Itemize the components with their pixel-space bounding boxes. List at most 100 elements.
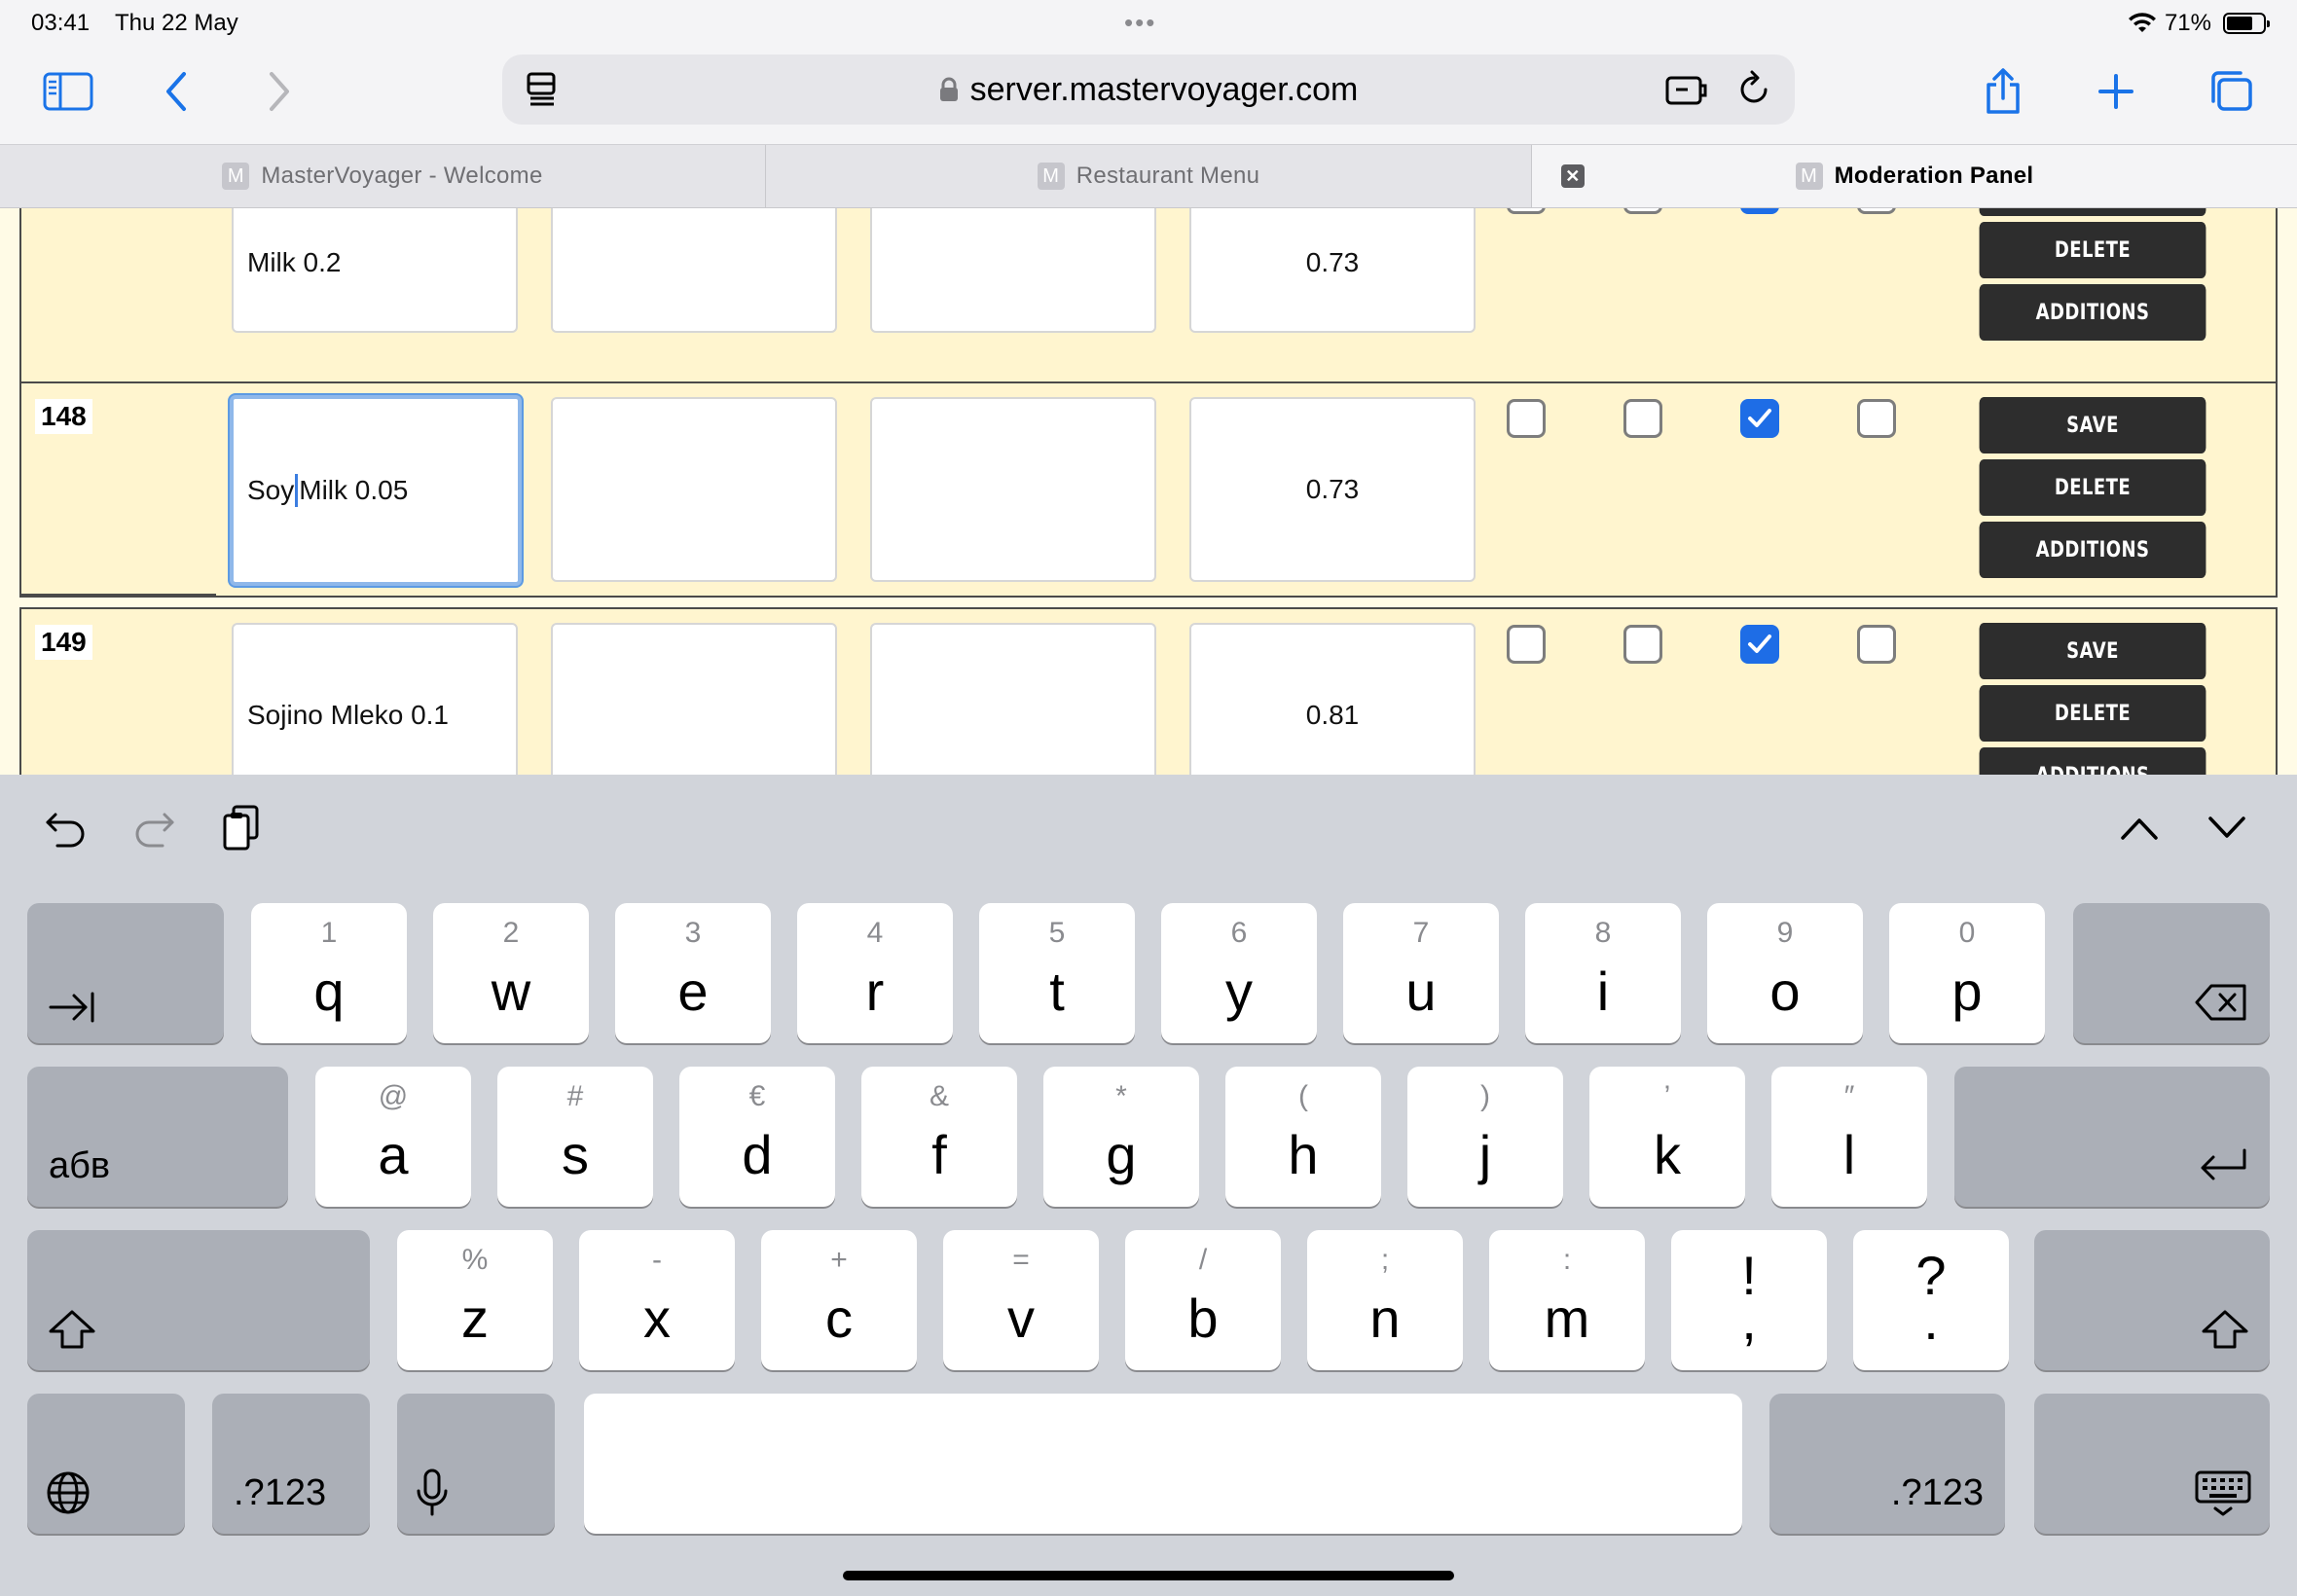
key-a[interactable]: @ a [315,1067,471,1207]
key-period[interactable]: ?. [1853,1230,2009,1370]
key-l[interactable]: ″ l [1771,1067,1927,1207]
name-input[interactable]: Milk 0.2 [232,208,518,333]
tab-key[interactable] [27,903,224,1043]
key-x[interactable]: -x [579,1230,735,1370]
additions-button[interactable]: ADDITIONS [1979,284,2206,341]
key-b[interactable]: / b [1125,1230,1281,1370]
text-input[interactable] [870,397,1156,582]
close-tab-icon[interactable]: ✕ [1561,164,1585,188]
tab-restaurant-menu[interactable]: M Restaurant Menu [766,145,1532,207]
checkbox[interactable] [1623,625,1662,664]
globe-key[interactable] [27,1394,185,1534]
delete-button[interactable]: DELETE [1979,459,2206,516]
price-input[interactable]: 0.81 [1189,623,1476,775]
key-s[interactable]: # s [497,1067,653,1207]
next-field-icon[interactable] [2198,804,2256,852]
dictation-key[interactable] [397,1394,555,1534]
delete-button[interactable]: DELETE [1979,222,2206,278]
battery-fill [2227,17,2252,30]
key-f[interactable]: & f [861,1067,1017,1207]
home-indicator[interactable] [843,1571,1454,1580]
additions-button[interactable]: ADDITIONS [1979,522,2206,578]
new-tab-icon[interactable] [2085,64,2147,119]
checkbox[interactable] [1740,625,1779,664]
key-k[interactable]: ’ k [1589,1067,1745,1207]
save-button[interactable]: SAVE [1979,397,2206,453]
checkbox[interactable] [1857,625,1896,664]
text-input[interactable] [870,208,1156,333]
row-id: 149 [35,625,92,660]
save-button[interactable]: SAVE [1979,208,2206,216]
dismiss-keyboard-key[interactable] [2034,1394,2270,1534]
previous-field-icon[interactable] [2110,804,2169,852]
key-v[interactable]: = v [943,1230,1099,1370]
key-q[interactable]: 1q [251,903,407,1043]
price-input[interactable]: 0.73 [1189,208,1476,333]
key-u[interactable]: 7u [1343,903,1499,1043]
checkbox[interactable] [1740,399,1779,438]
tabs-overview-icon[interactable] [2200,64,2262,119]
save-button[interactable]: SAVE [1979,623,2206,679]
key-y[interactable]: 6y [1161,903,1317,1043]
page-menu-icon[interactable] [526,72,559,116]
favicon-icon: M [1795,163,1823,190]
text-input[interactable] [551,208,837,333]
checkbox[interactable] [1507,208,1546,214]
sidebar-icon[interactable] [37,64,99,119]
text-input[interactable] [551,397,837,582]
checkbox[interactable] [1623,399,1662,438]
back-icon[interactable] [146,64,208,119]
key-c[interactable]: + c [761,1230,917,1370]
multitasking-dots-icon[interactable]: ••• [1124,8,1156,38]
share-icon[interactable] [1972,64,2034,119]
name-input[interactable]: Sojino Mleko 0.1 [232,623,518,775]
space-key[interactable] [584,1394,1742,1534]
name-input[interactable]: Soy Milk 0.05 [230,395,522,586]
key-o[interactable]: 9o [1707,903,1863,1043]
key-secondary-label: - [652,1244,662,1276]
paste-icon[interactable] [212,804,271,852]
text-input[interactable] [551,623,837,775]
key-m[interactable]: :m [1489,1230,1645,1370]
checkbox[interactable] [1507,625,1546,664]
checkbox[interactable] [1857,399,1896,438]
forward-icon[interactable] [247,64,310,119]
delete-button[interactable]: DELETE [1979,685,2206,742]
key-d[interactable]: € d [679,1067,835,1207]
key-i[interactable]: 8i [1525,903,1681,1043]
price-input[interactable]: 0.73 [1189,397,1476,582]
undo-icon[interactable] [37,804,95,852]
shift-key-left[interactable] [27,1230,370,1370]
key-j[interactable]: ) j [1407,1067,1563,1207]
text-input[interactable] [870,623,1156,775]
shift-key-right[interactable] [2034,1230,2270,1370]
key-r[interactable]: 4r [797,903,953,1043]
backspace-key[interactable] [2073,903,2270,1043]
reload-icon[interactable] [1736,70,1771,116]
key-z[interactable]: % z [397,1230,553,1370]
key-comma[interactable]: !, [1671,1230,1827,1370]
key-g[interactable]: * g [1043,1067,1199,1207]
tab-moderation-panel[interactable]: ✕ M Moderation Panel [1532,145,2297,207]
checkbox[interactable] [1507,399,1546,438]
checkbox[interactable] [1857,208,1896,214]
key-w[interactable]: 2w [433,903,589,1043]
tab-welcome[interactable]: M MasterVoyager - Welcome [0,145,766,207]
key-h[interactable]: (h [1225,1067,1381,1207]
redo-icon[interactable] [125,804,183,852]
key-e[interactable]: 3e [615,903,771,1043]
key-n[interactable]: ; n [1307,1230,1463,1370]
address-bar[interactable]: server.mastervoyager.com [502,54,1795,125]
return-key[interactable] [1954,1067,2270,1207]
additions-button[interactable]: ADDITIONS [1979,747,2206,775]
numbers-key-left[interactable]: .?123 [212,1394,370,1534]
key-p[interactable]: 0p [1889,903,2045,1043]
checkbox[interactable] [1740,208,1779,214]
tab-bar: M MasterVoyager - Welcome M Restaurant M… [0,144,2297,208]
checkbox[interactable] [1623,208,1662,214]
tab-label: Restaurant Menu [1076,163,1260,189]
key-t[interactable]: 5t [979,903,1135,1043]
numbers-key-right[interactable]: .?123 [1769,1394,2005,1534]
extension-icon[interactable] [1664,72,1707,116]
language-key[interactable]: абв [27,1067,288,1207]
